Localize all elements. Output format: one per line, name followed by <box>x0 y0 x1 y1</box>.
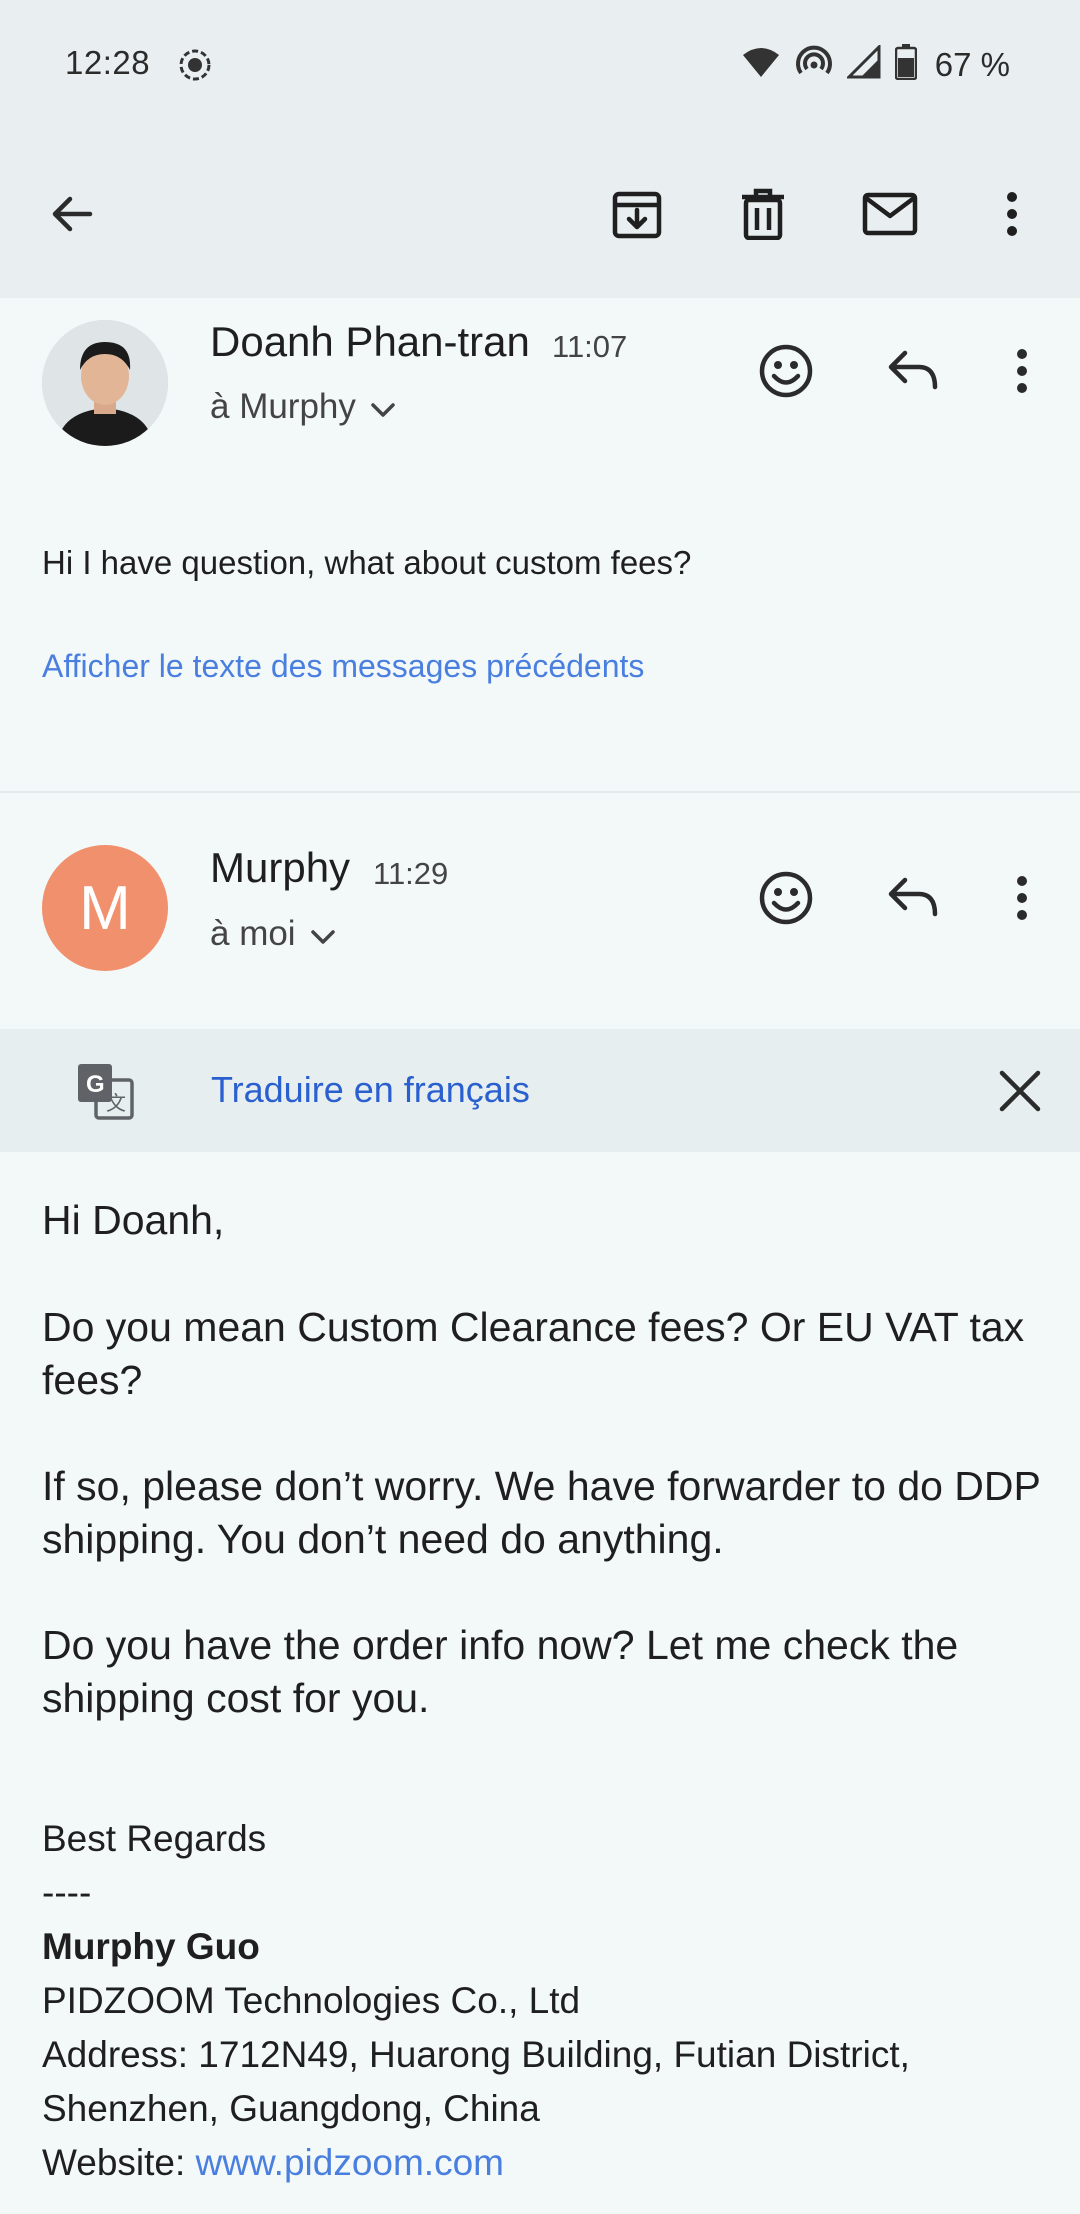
battery-icon <box>894 44 918 85</box>
message-more-icon[interactable] <box>982 331 1062 411</box>
body-paragraph-3: Do you have the order info now? Let me c… <box>42 1622 959 1721</box>
mark-unread-icon[interactable] <box>845 169 935 259</box>
signature-dashes: ---- <box>42 1872 92 1913</box>
signature-address-line1: Address: 1712N49, Huarong Building, Futi… <box>42 2034 910 2075</box>
signature: Best Regards ---- Murphy Guo PIDZOOM Tec… <box>42 1812 910 2190</box>
battery-percent: 67 % <box>934 45 1010 83</box>
signature-name: Murphy Guo <box>42 1926 260 1967</box>
sender-name: Doanh Phan-tran <box>210 318 530 365</box>
record-icon <box>178 48 212 87</box>
sender-name: Murphy <box>210 844 351 891</box>
recipient-label: à moi <box>210 914 296 953</box>
svg-text:文: 文 <box>106 1092 126 1115</box>
emoji-react-icon[interactable] <box>746 331 826 411</box>
recipient-toggle[interactable]: à moi <box>210 914 336 954</box>
message-time: 11:29 <box>373 856 449 891</box>
chevron-down-icon <box>370 387 396 427</box>
recipient-label: à Murphy <box>210 387 356 426</box>
message-more-icon[interactable] <box>982 858 1062 938</box>
body-greeting: Hi Doanh, <box>42 1197 225 1243</box>
reply-icon[interactable] <box>873 858 953 938</box>
close-icon[interactable] <box>998 1069 1042 1118</box>
wifi-icon <box>741 45 781 84</box>
status-bar: 12:28 67 % <box>0 0 1080 130</box>
svg-text:G: G <box>86 1071 105 1098</box>
status-time: 12:28 <box>65 44 151 81</box>
message-body: Hi I have question, what about custom fe… <box>42 544 692 581</box>
translate-bar: G 文 Traduire en français <box>0 1029 1080 1152</box>
website-label: Website: <box>42 2142 196 2183</box>
show-quoted-text-link[interactable]: Afficher le texte des messages précédent… <box>42 648 644 685</box>
emoji-react-icon[interactable] <box>746 858 826 938</box>
sender-avatar[interactable]: M <box>42 845 168 971</box>
chevron-down-icon <box>310 914 336 954</box>
delete-icon[interactable] <box>718 169 808 259</box>
signal-icon <box>845 43 881 84</box>
body-paragraph-1: Do you mean Custom Clearance fees? Or EU… <box>42 1304 1025 1403</box>
sender-avatar-photo[interactable] <box>42 320 168 446</box>
reply-icon[interactable] <box>873 331 953 411</box>
message-divider <box>0 791 1080 793</box>
signature-address-line2: Shenzhen, Guangdong, China <box>42 2088 540 2129</box>
signature-website: Website: www.pidzoom.com <box>42 2136 910 2190</box>
avatar-letter: M <box>79 873 131 943</box>
message-time: 11:07 <box>552 329 628 364</box>
archive-icon[interactable] <box>592 169 682 259</box>
back-arrow-icon[interactable] <box>27 169 117 259</box>
more-vert-icon[interactable] <box>967 169 1057 259</box>
top-bar: 12:28 67 % <box>0 0 1080 298</box>
hotspot-icon <box>795 45 833 84</box>
signature-company: PIDZOOM Technologies Co., Ltd <box>42 1980 581 2021</box>
recipient-toggle[interactable]: à Murphy <box>210 387 396 427</box>
translate-link[interactable]: Traduire en français <box>211 1069 530 1111</box>
translate-icon: G 文 <box>76 1062 134 1125</box>
website-link[interactable]: www.pidzoom.com <box>196 2142 504 2183</box>
signature-closing: Best Regards <box>42 1818 267 1859</box>
body-paragraph-2: If so, please don’t worry. We have forwa… <box>42 1463 1041 1562</box>
status-icons: 67 % <box>741 43 1010 85</box>
